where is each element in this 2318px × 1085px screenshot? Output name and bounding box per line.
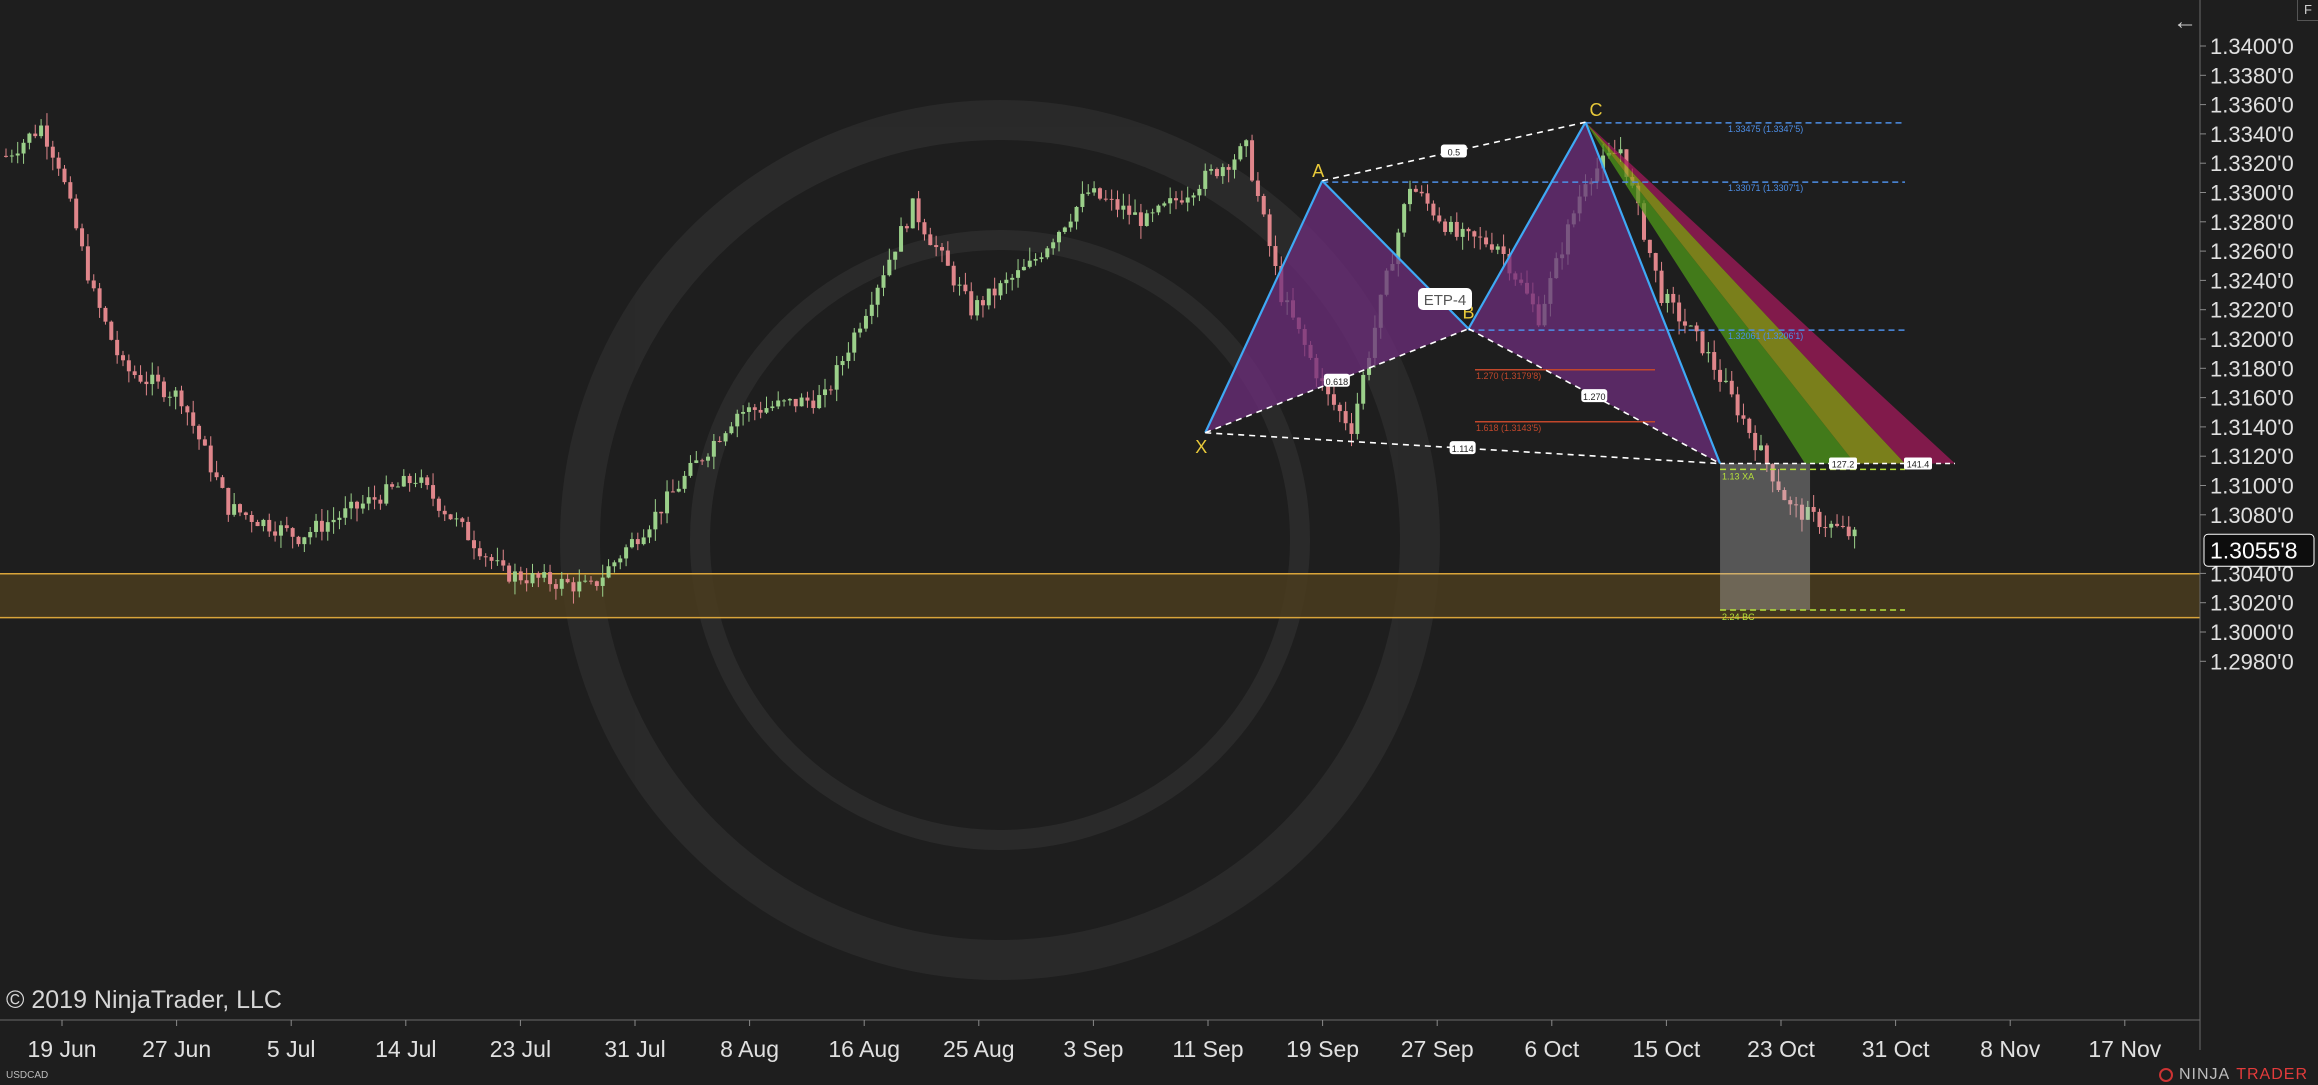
time-label: 25 Aug	[943, 1036, 1015, 1062]
ratio-label-ac: 0.5	[1448, 147, 1461, 157]
back-arrow-button[interactable]: ←	[2168, 8, 2202, 36]
price-label: 1.3140'0	[2210, 415, 2294, 440]
time-label: 6 Oct	[1524, 1036, 1580, 1062]
price-label: 1.3280'0	[2210, 210, 2294, 235]
level-label-2: 1.32061 (1.3206'1)	[1728, 331, 1803, 341]
time-label: 15 Oct	[1633, 1036, 1701, 1062]
support-zone	[0, 573, 2200, 618]
time-label: 8 Aug	[720, 1036, 779, 1062]
brand-suffix: TRADER	[2236, 1066, 2308, 1083]
point-label-c: C	[1590, 100, 1603, 120]
candle	[1261, 193, 1266, 217]
price-label: 1.3360'0	[2210, 93, 2294, 118]
price-label: 1.2980'0	[2210, 649, 2294, 674]
pattern-name: ETP-4	[1424, 292, 1467, 309]
price-label: 1.3220'0	[2210, 298, 2294, 323]
candle	[1097, 187, 1102, 201]
price-label: 1.3320'0	[2210, 151, 2294, 176]
time-label: 31 Jul	[604, 1036, 665, 1062]
fan-label-0: 127.2	[1832, 460, 1855, 470]
ninjatrader-logo: NINJA TRADER	[2158, 1066, 2308, 1084]
level-label-1: 1.33071 (1.3307'1)	[1728, 183, 1803, 193]
candle	[507, 562, 512, 584]
time-label: 23 Jul	[490, 1036, 551, 1062]
price-label: 1.3200'0	[2210, 327, 2294, 352]
price-label: 1.3260'0	[2210, 239, 2294, 264]
price-label: 1.3000'0	[2210, 620, 2294, 645]
price-label: 1.3020'0	[2210, 591, 2294, 616]
left-arrow-icon: ←	[2173, 8, 2197, 35]
candle	[1402, 202, 1407, 237]
candle	[448, 513, 453, 521]
price-label: 1.3340'0	[2210, 122, 2294, 147]
price-label: 1.3240'0	[2210, 268, 2294, 293]
price-label: 1.3120'0	[2210, 444, 2294, 469]
current-price-label: 1.3055'8	[2210, 537, 2298, 563]
ninjatrader-mark-icon	[2158, 1068, 2173, 1082]
price-label: 1.3160'0	[2210, 386, 2294, 411]
target-label-0: 1.13 XA	[1722, 471, 1754, 481]
time-label: 8 Nov	[1980, 1036, 2041, 1062]
point-label-a: A	[1312, 161, 1324, 181]
target-label-1: 2.24 BC	[1722, 612, 1755, 622]
candle	[1250, 134, 1255, 183]
price-label: 1.3080'0	[2210, 503, 2294, 528]
time-label: 27 Sep	[1401, 1036, 1474, 1062]
point-label-x: X	[1195, 437, 1207, 457]
ratio-label-xb: 0.618	[1326, 377, 1349, 387]
level-label-0: 1.33475 (1.3347'5)	[1728, 124, 1803, 134]
time-label: 14 Jul	[375, 1036, 436, 1062]
projection-box	[1720, 463, 1811, 611]
time-label: 31 Oct	[1862, 1036, 1930, 1062]
candle	[109, 320, 114, 341]
candle	[74, 194, 79, 231]
candle	[910, 198, 915, 229]
price-label: 1.3400'0	[2210, 34, 2294, 59]
time-label: 19 Sep	[1286, 1036, 1359, 1062]
time-label: 27 Jun	[142, 1036, 211, 1062]
ratio-label-xd: 1.114	[1452, 444, 1474, 454]
price-label: 1.3380'0	[2210, 63, 2294, 88]
instrument-symbol: USDCAD	[6, 1070, 49, 1081]
time-label: 16 Aug	[828, 1036, 900, 1062]
price-label: 1.3300'0	[2210, 181, 2294, 206]
level-label-4: 1.618 (1.3143'5)	[1476, 423, 1541, 433]
price-label: 1.3180'0	[2210, 356, 2294, 381]
ratio-label-bd: 1.270	[1583, 392, 1606, 402]
copyright-text: © 2019 NinjaTrader, LLC	[6, 986, 282, 1014]
time-label: 5 Jul	[267, 1036, 316, 1062]
brand-prefix: NINJA	[2178, 1066, 2231, 1083]
time-label: 23 Oct	[1747, 1036, 1815, 1062]
time-label: 17 Nov	[2088, 1036, 2161, 1062]
time-label: 19 Jun	[27, 1036, 96, 1062]
price-label: 1.3100'0	[2210, 474, 2294, 499]
corner-button[interactable]: F	[2297, 0, 2318, 21]
candle	[1700, 331, 1705, 356]
time-label: 3 Sep	[1063, 1036, 1123, 1062]
price-chart[interactable]: XABC0.6180.51.2701.114ETP-41.33475 (1.33…	[0, 0, 2318, 1085]
level-label-3: 1.270 (1.3179'8)	[1476, 371, 1541, 381]
time-label: 11 Sep	[1172, 1036, 1243, 1062]
fan-label-1: 141.4	[1907, 460, 1930, 470]
